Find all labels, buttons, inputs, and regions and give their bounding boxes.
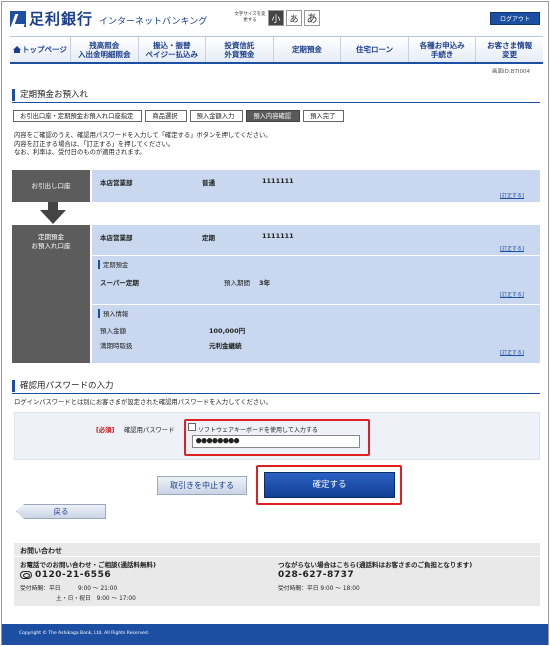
nav-item-label: 住宅ローン xyxy=(355,45,394,54)
edit-info-link[interactable]: [訂正する] xyxy=(500,349,524,356)
home-icon xyxy=(13,46,22,53)
copyright: Copyright © The Ashikaga Bank, Ltd. All … xyxy=(19,631,150,636)
phone-number: 0120-21-6556 xyxy=(20,570,111,580)
edit-product-link[interactable]: [訂正する] xyxy=(500,291,524,298)
text-size-switcher: 文字サイズを変更する 小 あ あ xyxy=(234,10,320,26)
contact-panel: お問い合わせ お電話でのお問い合わせ・ご相談(通話料無料) 0120-21-65… xyxy=(14,543,540,606)
screen-id: 画面ID:BTI004 xyxy=(492,69,530,75)
browser-frame: 足利銀行 インターネットバンキング 文字サイズを変更する 小 あ あ ログアウト… xyxy=(1,1,549,645)
header: 足利銀行 インターネットバンキング 文字サイズを変更する 小 あ あ ログアウト xyxy=(2,2,548,32)
phone-hours-1: 受付時間：平日 9:00 〜 21:00 xyxy=(20,586,118,592)
bank-name: 足利銀行 xyxy=(29,10,94,28)
nav-item-label: 振込・振替 xyxy=(153,40,191,50)
nav-item-investment[interactable]: 投資信託 外貨預金 xyxy=(206,37,274,62)
withdrawal-type: 普通 xyxy=(202,179,215,187)
bank-logo-icon xyxy=(10,10,26,27)
required-badge: [必須] xyxy=(96,427,115,434)
step-item: 預入完了 xyxy=(303,110,345,122)
nav-item-transfer[interactable]: 振込・振替 ペイジー払込み xyxy=(139,37,207,62)
page-title: 定期預金お預入れ xyxy=(12,89,540,101)
bank-logo[interactable]: 足利銀行 インターネットバンキング xyxy=(10,8,207,29)
password-section-desc: ログインパスワードとは別にお客さまが設定された確認用パスワードを入力してください… xyxy=(14,399,272,406)
step-item: お引出口座・定期預金お預入れ口座指定 xyxy=(13,110,143,122)
nav-item-balance[interactable]: 残高照会 入出金明細照会 xyxy=(71,37,139,62)
withdrawal-branch: 本店営業部 xyxy=(100,179,133,187)
highlight-frame xyxy=(256,465,402,505)
arrow-down-icon xyxy=(40,210,66,224)
deposit-type: 定期 xyxy=(202,234,215,242)
nav-item-customer-info[interactable]: お客さま情報 変更 xyxy=(476,37,543,62)
footer: Copyright © The Ashikaga Bank, Ltd. All … xyxy=(2,624,548,645)
global-nav: トップページ 残高照会 入出金明細照会 振込・振替 ペイジー払込み 投資信託 外貨預金… xyxy=(10,36,543,64)
highlight-frame xyxy=(184,419,370,456)
withdrawal-label: お引出し口座 xyxy=(12,170,90,202)
text-size-label: 文字サイズを変更する xyxy=(234,12,266,23)
deposit-panel: 本店営業部 定期 1111111 [訂正する] 定期預金 スーパー定期 預入期間… xyxy=(92,225,540,363)
instruction-line: 内容をご確認のうえ、確認用パスワードを入力して「確定する」ボタンを押してください… xyxy=(14,132,272,139)
instructions: 内容をご確認のうえ、確認用パスワードを入力して「確定する」ボタンを押してください… xyxy=(14,132,272,158)
logout-button[interactable]: ログアウト xyxy=(490,12,540,25)
back-button[interactable]: 戻る xyxy=(16,504,106,519)
instruction-line: なお、利率は、受付日のものが適用されます。 xyxy=(14,149,146,156)
withdrawal-panel: 本店営業部 普通 1111111 [訂正する] xyxy=(92,170,540,202)
nav-item-housing-loan[interactable]: 住宅ローン xyxy=(341,37,409,62)
maturity-value: 元利金継続 xyxy=(209,342,242,350)
divider xyxy=(92,304,540,305)
product-name: スーパー定期 xyxy=(100,279,139,287)
phone-hours-2: 土・日・祝日 9:00 〜 17:00 xyxy=(56,596,136,602)
nav-item-label: お客さま情報 xyxy=(487,40,533,50)
instruction-line: 内容を訂正する場合は、「訂正する」を押してください。 xyxy=(14,140,175,148)
nav-item-label: 投資信託 xyxy=(224,40,255,50)
info-section-head: 預入情報 xyxy=(98,309,128,318)
amount-label: 預入金額 xyxy=(100,327,126,335)
progress-steps: お引出口座・定期預金お預入れ口座指定 商品選択 預入金額入力 預入内容確認 預入… xyxy=(13,110,347,122)
phone-number-text: 0120-21-6556 xyxy=(35,570,112,580)
nav-item-label-2: 入出金明細照会 xyxy=(77,49,131,59)
nav-item-label: 残高照会 xyxy=(89,40,120,50)
nav-item-label-2: 変更 xyxy=(502,49,518,59)
contact-head: お問い合わせ xyxy=(20,547,62,555)
nav-item-top[interactable]: トップページ xyxy=(10,37,71,62)
term-value: 3年 xyxy=(259,279,271,287)
edit-deposit-link[interactable]: [訂正する] xyxy=(500,245,524,252)
edit-withdrawal-link[interactable]: [訂正する] xyxy=(500,192,524,199)
nav-item-label: トップページ xyxy=(22,45,67,54)
divider xyxy=(92,255,540,256)
divider xyxy=(14,556,540,557)
alt-phone-title: つながらない場合はこちら(通話料はお客さまのご負担となります) xyxy=(278,561,473,569)
divider xyxy=(12,102,540,103)
amount-value: 100,000円 xyxy=(209,327,246,335)
maturity-label: 満期時取扱 xyxy=(100,342,133,350)
cancel-transaction-button[interactable]: 取引きを中止する xyxy=(157,476,247,495)
text-size-large-button[interactable]: あ xyxy=(304,10,320,26)
nav-item-label-2: 手続き xyxy=(430,49,454,59)
nav-item-label-2: 外貨預金 xyxy=(224,49,255,59)
nav-item-applications[interactable]: 各種お申込み 手続き xyxy=(409,37,477,62)
nav-item-time-deposit[interactable]: 定期預金 xyxy=(274,37,342,62)
step-item-current: 預入内容確認 xyxy=(246,110,301,122)
nav-item-label-2: ペイジー払込み xyxy=(145,49,199,59)
step-item: 預入金額入力 xyxy=(189,110,244,122)
freedial-icon xyxy=(20,570,32,579)
text-size-small-button[interactable]: 小 xyxy=(268,10,284,26)
service-name: インターネットバンキング xyxy=(99,17,208,27)
nav-item-label: 定期預金 xyxy=(291,45,322,54)
step-item: 商品選択 xyxy=(145,110,187,122)
term-label: 預入期間 xyxy=(224,279,250,287)
deposit-label: 定期預金 お預入れ口座 xyxy=(12,225,90,363)
alt-phone-hours: 受付時間：平日 9:00 〜 18:00 xyxy=(278,586,360,592)
password-label: 確認用パスワード xyxy=(124,427,175,434)
nav-item-label: 各種お申込み xyxy=(419,40,465,50)
withdrawal-account: 1111111 xyxy=(262,177,294,185)
deposit-label-line2: お預入れ口座 xyxy=(31,242,71,250)
product-section-head: 定期預金 xyxy=(98,260,128,269)
deposit-branch: 本店営業部 xyxy=(100,234,133,242)
deposit-account: 1111111 xyxy=(262,232,294,240)
phone-title: お電話でのお問い合わせ・ご相談(通話料無料) xyxy=(20,561,156,569)
deposit-label-line1: 定期預金 xyxy=(38,233,64,241)
alt-phone-number: 028-627-8737 xyxy=(278,570,355,580)
divider xyxy=(12,393,540,394)
password-section-title: 確認用パスワードの入力 xyxy=(12,380,114,392)
text-size-medium-button[interactable]: あ xyxy=(286,10,302,26)
